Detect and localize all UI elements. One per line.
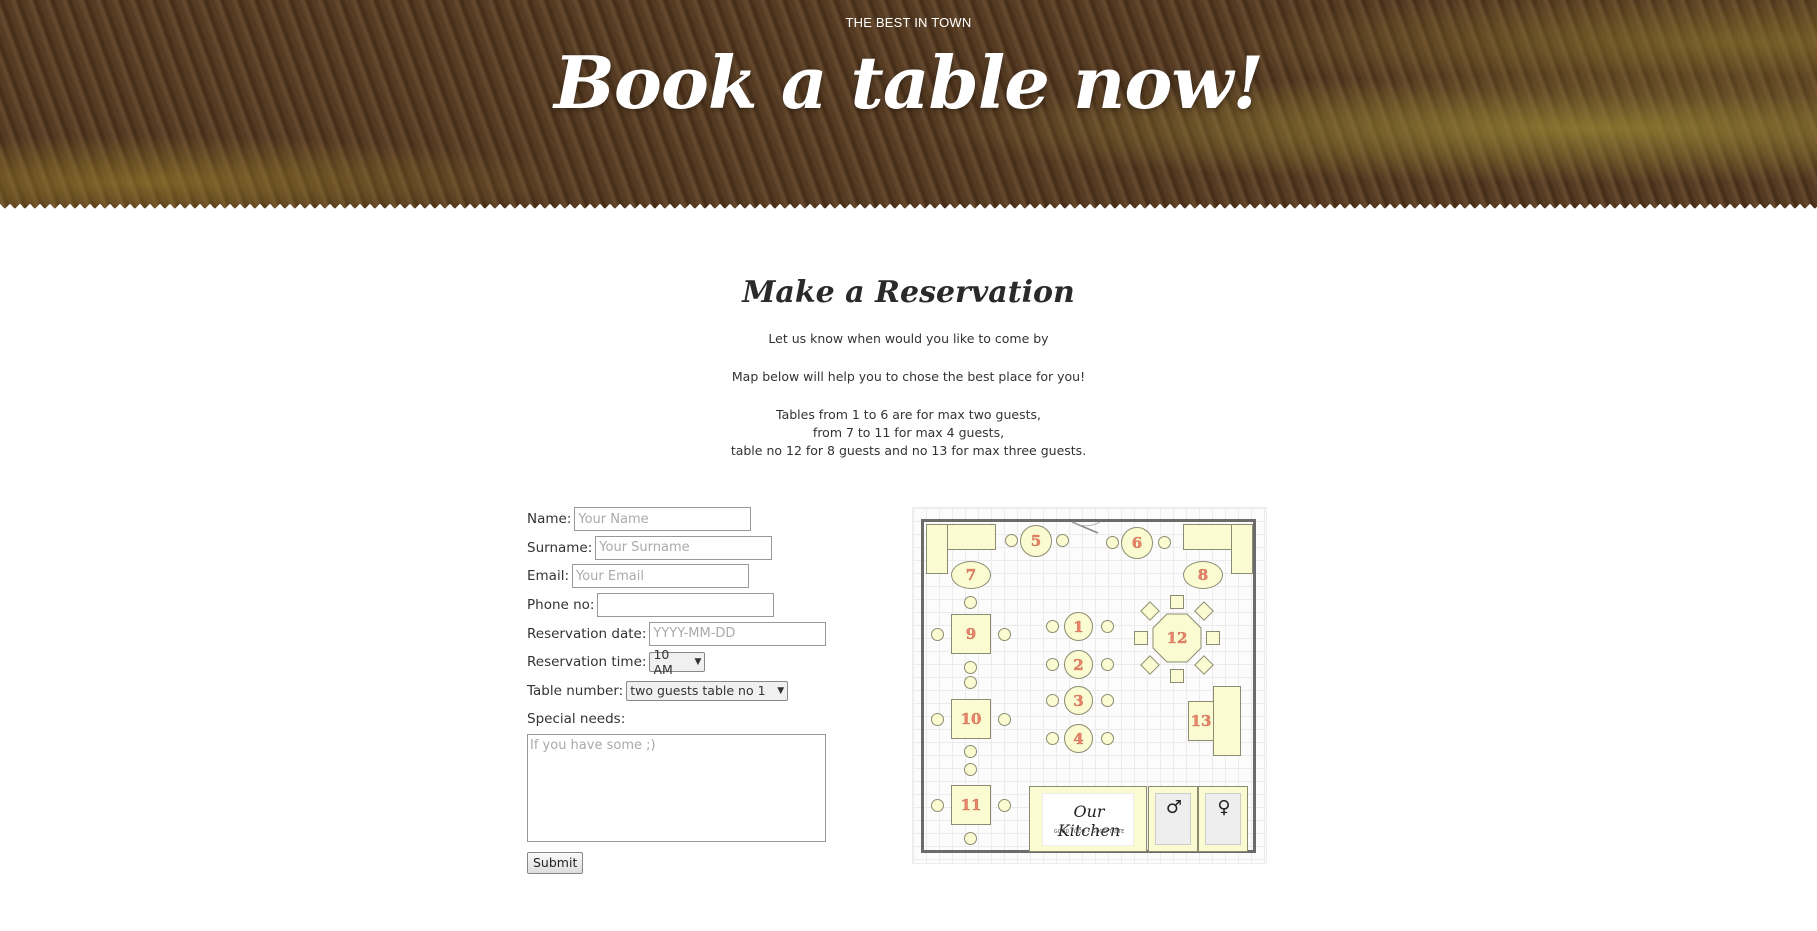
intro-line-3a: Tables from 1 to 6 are for max two guest… (776, 407, 1041, 422)
sofa-right (1213, 686, 1241, 756)
name-label: Name: (527, 511, 572, 528)
time-row: Reservation time: 10 AM ▼ (527, 647, 857, 677)
chair (1101, 620, 1114, 633)
special-row: Special needs: (527, 705, 857, 734)
table-9-number: 9 (965, 625, 977, 643)
chair (1005, 534, 1018, 547)
female-icon: ♀ (1217, 797, 1231, 818)
mens-restroom: ♂ (1148, 786, 1198, 852)
email-label: Email: (527, 568, 570, 585)
table-2-number: 2 (1073, 655, 1084, 674)
intro-line-3c: table no 12 for 8 guests and no 13 for m… (730, 443, 1087, 458)
submit-button[interactable]: Submit (527, 851, 584, 874)
hero-title: Book a table now! (553, 40, 1264, 125)
sofa-left-side (926, 524, 948, 574)
time-select[interactable]: 10 AM ▼ (649, 647, 706, 677)
sofa-right-side (1231, 524, 1253, 574)
hero-kicker: THE BEST IN TOWN (845, 15, 972, 30)
chair (964, 832, 977, 845)
table-selected-value: two guests table no 1 (630, 683, 766, 699)
chair (931, 628, 944, 641)
table-label: Table number: (527, 682, 624, 699)
special-label: Special needs: (527, 711, 626, 728)
chair (1170, 595, 1184, 609)
table-7-number: 7 (965, 566, 977, 584)
date-input[interactable] (649, 621, 827, 646)
kitchen-sign: Our Kitchen GOOD FOOD • GOOD TASTE (1042, 793, 1134, 846)
table-13-number: 13 (1190, 712, 1212, 730)
surname-label: Surname: (527, 539, 593, 556)
name-row: Name: (527, 505, 857, 534)
surname-row: Surname: (527, 534, 857, 563)
male-icon: ♂ (1165, 797, 1183, 818)
hero-banner: THE BEST IN TOWN Book a table now! (0, 0, 1817, 214)
chair (1206, 631, 1220, 645)
table-6-number: 6 (1131, 534, 1143, 552)
chair (1106, 536, 1119, 549)
chair (964, 596, 977, 609)
chair (1170, 669, 1184, 683)
reservation-form: Name: Surname: Email: Phone no: Reservat… (527, 505, 857, 874)
chair (1158, 536, 1171, 549)
chair (964, 661, 977, 674)
chair (931, 713, 944, 726)
name-input[interactable] (574, 507, 752, 532)
table-3-number: 3 (1073, 691, 1084, 710)
email-row: Email: (527, 562, 857, 591)
chair (1101, 694, 1114, 707)
womens-restroom: ♀ (1198, 786, 1248, 852)
table-4-number: 4 (1073, 729, 1084, 748)
table-select[interactable]: two guests table no 1 ▼ (626, 680, 789, 701)
reservation-title: Make a Reservation (742, 275, 1075, 310)
kitchen-area: Our Kitchen GOOD FOOD • GOOD TASTE (1029, 786, 1147, 852)
intro-line-3b: from 7 to 11 for max 4 guests, (812, 425, 1005, 440)
phone-row: Phone no: (527, 591, 857, 620)
chair (1101, 658, 1114, 671)
restaurant-floor-map: 5 6 7 8 9 10 11 1 2 3 4 12 13 Our Kitche… (912, 507, 1267, 864)
chair (964, 745, 977, 758)
chevron-down-icon: ▼ (777, 685, 785, 696)
table-8-number: 8 (1197, 566, 1209, 584)
chair (998, 799, 1011, 812)
phone-input[interactable] (597, 593, 775, 618)
table-11-number: 11 (960, 796, 982, 814)
chair (1101, 732, 1114, 745)
table-12-number: 12 (1166, 629, 1188, 647)
time-label: Reservation time: (527, 654, 647, 671)
chair (1134, 631, 1148, 645)
date-row: Reservation date: (527, 619, 857, 648)
door-icon (1071, 521, 1101, 534)
kitchen-tagline: GOOD FOOD • GOOD TASTE (1053, 829, 1125, 835)
special-needs-textarea[interactable] (527, 733, 826, 842)
chair (998, 628, 1011, 641)
chair (964, 763, 977, 776)
chair (964, 676, 977, 689)
chair (931, 799, 944, 812)
table-10-number: 10 (960, 710, 982, 728)
chair (998, 713, 1011, 726)
chair (1046, 658, 1059, 671)
chair (1046, 732, 1059, 745)
chair (1046, 694, 1059, 707)
table-5-number: 5 (1030, 532, 1042, 550)
surname-input[interactable] (595, 535, 773, 560)
time-selected-value: 10 AM (653, 647, 673, 678)
table-1-number: 1 (1073, 617, 1084, 636)
chair (1056, 534, 1069, 547)
intro-line-2: Map below will help you to chose the bes… (731, 369, 1086, 384)
chair (1046, 620, 1059, 633)
intro-line-1: Let us know when would you like to come … (768, 331, 1049, 346)
date-label: Reservation date: (527, 625, 647, 642)
table-row: Table number: two guests table no 1 ▼ (527, 677, 857, 706)
chevron-down-icon: ▼ (694, 657, 702, 668)
email-input[interactable] (572, 564, 750, 589)
phone-label: Phone no: (527, 597, 595, 614)
